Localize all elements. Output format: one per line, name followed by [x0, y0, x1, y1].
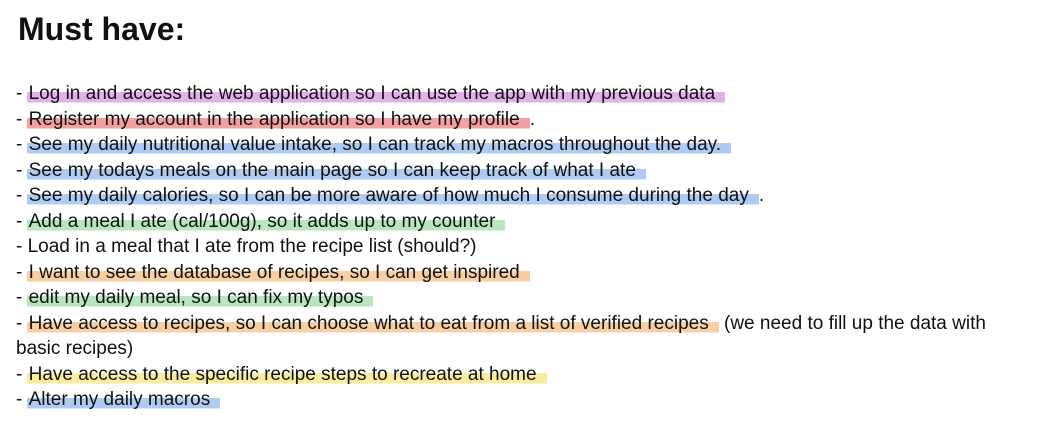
list-item: - Alter my daily macros	[16, 387, 1026, 413]
highlighted-text: See my todays meals on the main page so …	[26, 159, 646, 181]
list-item: - Load in a meal that I ate from the rec…	[16, 234, 1026, 260]
highlighted-text: I want to see the database of recipes, s…	[26, 261, 530, 283]
list-item: - See my todays meals on the main page s…	[16, 158, 1026, 184]
bullet-dash: -	[16, 185, 28, 206]
bullet-dash: -	[16, 389, 28, 410]
trailing-text: .	[529, 108, 535, 130]
highlighted-text: See my daily calories, so I can be more …	[26, 185, 759, 206]
bullet-dash: -	[16, 312, 28, 334]
list-item: - I want to see the database of recipes,…	[16, 260, 1026, 286]
bullet-dash: -	[16, 210, 28, 232]
requirements-list: - Log in and access the web application …	[16, 81, 1026, 413]
list-item: - Log in and access the web application …	[16, 81, 1026, 107]
bullet-dash: -	[16, 134, 28, 155]
highlighted-text: Log in and access the web application so…	[26, 83, 726, 104]
list-item: - Have access to the specific recipe ste…	[16, 362, 1026, 388]
bullet-dash: -	[16, 83, 28, 104]
bullet-dash: -	[16, 159, 28, 181]
item-text: Load in a meal that I ate from the recip…	[27, 236, 477, 257]
list-item: - Add a meal I ate (cal/100g), so it add…	[16, 209, 1026, 235]
list-item: - Register my account in the application…	[16, 107, 1026, 133]
list-item: - edit my daily meal, so I can fix my ty…	[16, 285, 1026, 311]
highlighted-text: Have access to recipes, so I can choose …	[26, 312, 719, 334]
bullet-dash: -	[16, 363, 28, 385]
highlighted-text: Add a meal I ate (cal/100g), so it adds …	[26, 210, 506, 232]
bullet-dash: -	[16, 261, 28, 283]
list-item: - See my daily calories, so I can be mor…	[16, 183, 1026, 209]
bullet-dash: -	[16, 287, 28, 308]
list-item: - See my daily nutritional value intake,…	[16, 132, 1026, 158]
highlighted-text: See my daily nutritional value intake, s…	[26, 134, 732, 155]
document-page: Must have: - Log in and access the web a…	[0, 0, 1038, 426]
bullet-dash: -	[16, 108, 28, 130]
highlighted-text: Have access to the specific recipe steps…	[26, 363, 547, 385]
highlighted-text: Register my account in the application s…	[26, 108, 530, 130]
trailing-text: .	[758, 185, 765, 206]
highlighted-text: Alter my daily macros	[26, 389, 221, 410]
bullet-dash: -	[16, 236, 28, 257]
highlighted-text: edit my daily meal, so I can fix my typo…	[26, 287, 374, 308]
page-title: Must have:	[18, 11, 186, 47]
list-item: - Have access to recipes, so I can choos…	[16, 311, 1022, 362]
